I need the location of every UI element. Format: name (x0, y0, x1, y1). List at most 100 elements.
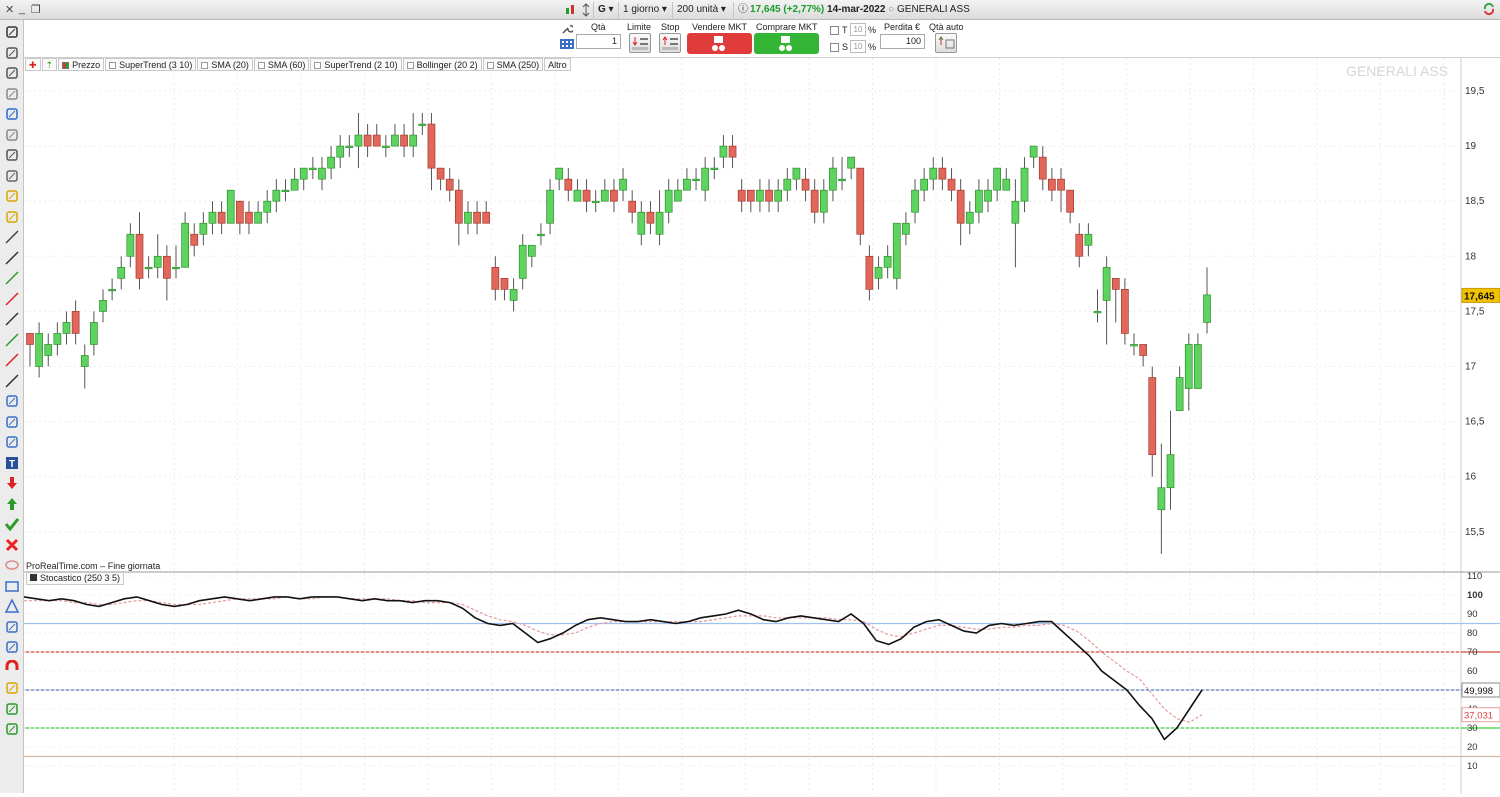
candle-body[interactable] (975, 189, 983, 213)
candle-body[interactable] (902, 222, 910, 235)
instrument-code-select[interactable]: G ▾ (593, 2, 618, 18)
candle-body[interactable] (473, 211, 481, 224)
cycle-icon[interactable] (4, 639, 20, 655)
restore-icon[interactable]: ❐ (31, 3, 41, 16)
candle-body[interactable] (783, 178, 792, 191)
limit-order-button[interactable] (629, 33, 651, 53)
trendline-green-icon[interactable] (4, 270, 20, 286)
candle-body[interactable] (993, 167, 1001, 191)
candle-body[interactable] (153, 255, 162, 268)
timeframe-select[interactable]: 1 giorno ▾ (618, 2, 671, 18)
gann-icon[interactable] (4, 721, 20, 737)
refresh-icon[interactable] (1482, 2, 1496, 19)
candle-body[interactable] (929, 167, 938, 180)
buy-market-button[interactable] (754, 33, 819, 54)
cursor-icon[interactable] (4, 45, 20, 61)
add-indicator-button[interactable]: ✚ (25, 58, 41, 71)
chart-canvas[interactable]: 19,5 19 18,5 18 17,5 17 16,5 16 15,5 17,645 110 100… (23, 58, 1500, 794)
candle-body[interactable] (1084, 233, 1093, 246)
candle-body[interactable] (308, 167, 317, 170)
candle-body[interactable] (1048, 178, 1056, 191)
candle-body[interactable] (646, 211, 655, 224)
candle-body[interactable] (436, 167, 445, 180)
candle-body[interactable] (1066, 189, 1074, 213)
candle-body[interactable] (44, 344, 53, 356)
candle-body[interactable] (573, 189, 582, 202)
text-icon[interactable]: T (4, 455, 20, 471)
rectangle-icon[interactable] (4, 578, 20, 594)
candle-body[interactable] (920, 178, 929, 191)
candle-body[interactable] (400, 134, 408, 147)
indicator-item[interactable]: Bollinger (20 2) (402, 58, 482, 71)
candle-body[interactable] (336, 145, 345, 158)
indicator-item[interactable]: SuperTrend (3 10) (105, 58, 197, 71)
candle-body[interactable] (1139, 344, 1147, 356)
candle-body[interactable] (628, 200, 637, 213)
candle-body[interactable] (236, 200, 244, 224)
t-percent-input[interactable]: 10 (850, 23, 866, 36)
candle-body[interactable] (1002, 178, 1011, 191)
candle-body[interactable] (883, 255, 892, 268)
copy-icon[interactable] (4, 127, 20, 143)
wrench-icon[interactable] (561, 23, 575, 37)
horizontal-line-icon[interactable] (4, 311, 20, 327)
candle-body[interactable] (701, 167, 710, 191)
stochastic-label[interactable]: Stocastico (250 3 5) (26, 572, 125, 585)
candle-body[interactable] (582, 189, 591, 202)
candle-body[interactable] (1093, 311, 1102, 314)
candle-body[interactable] (847, 156, 856, 169)
zoom-icon[interactable] (4, 65, 20, 81)
candle-body[interactable] (1102, 266, 1111, 301)
check-icon[interactable] (4, 516, 20, 532)
magnet-icon[interactable] (4, 659, 20, 676)
candle-body[interactable] (555, 167, 564, 180)
candle-body[interactable] (518, 244, 527, 279)
line-icon[interactable] (4, 250, 20, 266)
move-icon[interactable] (4, 106, 20, 122)
candle-body[interactable] (719, 145, 728, 158)
candle-body[interactable] (938, 167, 947, 180)
candle-body[interactable] (372, 134, 381, 147)
s-checkbox[interactable] (830, 43, 839, 52)
candle-body[interactable] (509, 289, 518, 301)
candle-body[interactable] (546, 189, 554, 224)
candle-body[interactable] (26, 333, 34, 345)
pitchfork-icon[interactable] (4, 434, 20, 450)
candle-body[interactable] (810, 189, 819, 213)
candle-body[interactable] (874, 266, 883, 279)
trash-icon[interactable] (4, 168, 20, 184)
candle-body[interactable] (354, 134, 363, 147)
s-percent-input[interactable]: 10 (850, 40, 866, 53)
price-type-icon[interactable] (581, 3, 591, 20)
candle-body[interactable] (108, 289, 116, 292)
stop-order-button[interactable] (659, 33, 681, 53)
candle-body[interactable] (1203, 294, 1211, 323)
candle-body[interactable] (527, 244, 536, 257)
candle-body[interactable] (245, 211, 253, 224)
candle-body[interactable] (1057, 178, 1065, 191)
candle-body[interactable] (381, 145, 390, 148)
candle-body[interactable] (345, 145, 354, 148)
candle-body[interactable] (418, 123, 427, 126)
indicator-item[interactable]: SMA (60) (253, 58, 310, 71)
candle-body[interactable] (947, 178, 956, 191)
indicator-item[interactable]: Altro (544, 58, 571, 71)
waves-icon[interactable] (4, 619, 20, 635)
candle-body[interactable] (1184, 344, 1193, 389)
candle-body[interactable] (792, 167, 801, 180)
candle-body[interactable] (327, 156, 335, 169)
candle-body[interactable] (591, 200, 600, 204)
candle-body[interactable] (363, 134, 372, 147)
candle-body[interactable] (619, 178, 627, 191)
candle-body[interactable] (865, 255, 874, 290)
candle-body[interactable] (1011, 200, 1020, 224)
candle-body[interactable] (801, 178, 810, 191)
bell-icon[interactable] (4, 209, 20, 225)
sell-market-button[interactable] (687, 33, 752, 54)
candle-body[interactable] (1121, 289, 1129, 334)
candle-body[interactable] (163, 255, 171, 279)
candle-body[interactable] (190, 233, 199, 246)
candle-body[interactable] (391, 134, 399, 147)
candle-body[interactable] (500, 277, 509, 290)
candle-body[interactable] (911, 189, 919, 213)
